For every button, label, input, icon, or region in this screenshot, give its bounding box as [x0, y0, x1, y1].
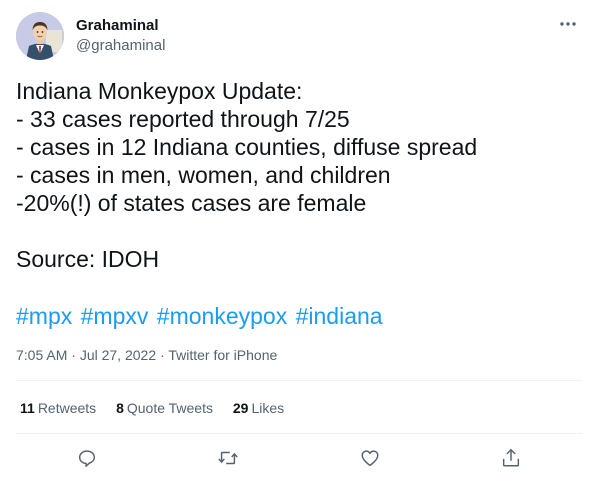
like-button[interactable]: [354, 442, 386, 474]
tweet-line: - cases in men, women, and children: [16, 162, 391, 188]
retweets-label: Retweets: [37, 400, 97, 416]
hashtags: #mpx #mpxv #monkeypox #indiana: [16, 302, 385, 330]
like-icon: [361, 450, 379, 467]
tweet-text: Indiana Monkeypox Update: - 33 cases rep…: [16, 77, 582, 273]
reply-button[interactable]: [71, 442, 103, 474]
more-options-button[interactable]: [556, 14, 580, 34]
likes-stat[interactable]: 29 Likes: [233, 400, 284, 416]
user-names: Grahaminal @grahaminal: [76, 16, 165, 56]
retweet-icon: [218, 451, 238, 465]
tweet-line: [16, 217, 582, 245]
tweet: Grahaminal @grahaminal Indiana Monkeypox…: [0, 0, 598, 482]
quotes-count: 8: [116, 400, 124, 416]
share-button[interactable]: [495, 442, 527, 474]
meta-separator: ·: [160, 347, 165, 363]
tweet-stats: 11 Retweets 8 Quote Tweets 29 Likes: [20, 398, 300, 418]
tweet-line: Source: IDOH: [16, 246, 160, 272]
tweet-line: -20%(!) of states cases are female: [16, 190, 367, 216]
tweet-line: - 33 cases reported through 7/25: [16, 106, 350, 132]
reply-icon: [78, 450, 96, 467]
hashtag-link[interactable]: #indiana: [296, 303, 383, 329]
tweet-date[interactable]: Jul 27, 2022: [80, 347, 156, 363]
tweet-meta: 7:05 AM · Jul 27, 2022 · Twitter for iPh…: [16, 345, 277, 365]
tweet-source[interactable]: Twitter for iPhone: [168, 347, 277, 363]
likes-count: 29: [232, 400, 249, 416]
more-icon: [560, 22, 576, 26]
quote-tweets-stat[interactable]: 8 Quote Tweets: [116, 400, 213, 416]
retweets-count: 11: [20, 400, 35, 416]
hashtag-link[interactable]: #mpxv: [81, 303, 149, 329]
tweet-actions: [16, 442, 582, 474]
tweet-header: Grahaminal @grahaminal: [16, 12, 582, 62]
divider: [16, 433, 582, 434]
avatar[interactable]: [16, 12, 64, 60]
display-name[interactable]: Grahaminal: [76, 16, 165, 36]
retweets-stat[interactable]: 11 Retweets: [20, 400, 96, 416]
hashtag-link[interactable]: #monkeypox: [157, 303, 287, 329]
tweet-line: Indiana Monkeypox Update:: [16, 78, 303, 104]
meta-separator: ·: [71, 347, 76, 363]
hashtag-link[interactable]: #mpx: [16, 303, 72, 329]
share-icon: [502, 448, 520, 467]
user-handle[interactable]: @grahaminal: [76, 36, 165, 56]
tweet-time[interactable]: 7:05 AM: [16, 347, 67, 363]
quotes-label: Quote Tweets: [126, 400, 213, 416]
likes-label: Likes: [251, 400, 285, 416]
tweet-line: - cases in 12 Indiana counties, diffuse …: [16, 134, 478, 160]
divider: [16, 380, 582, 381]
retweet-button[interactable]: [212, 442, 244, 474]
cartoon-man-avatar-icon: [16, 12, 64, 60]
